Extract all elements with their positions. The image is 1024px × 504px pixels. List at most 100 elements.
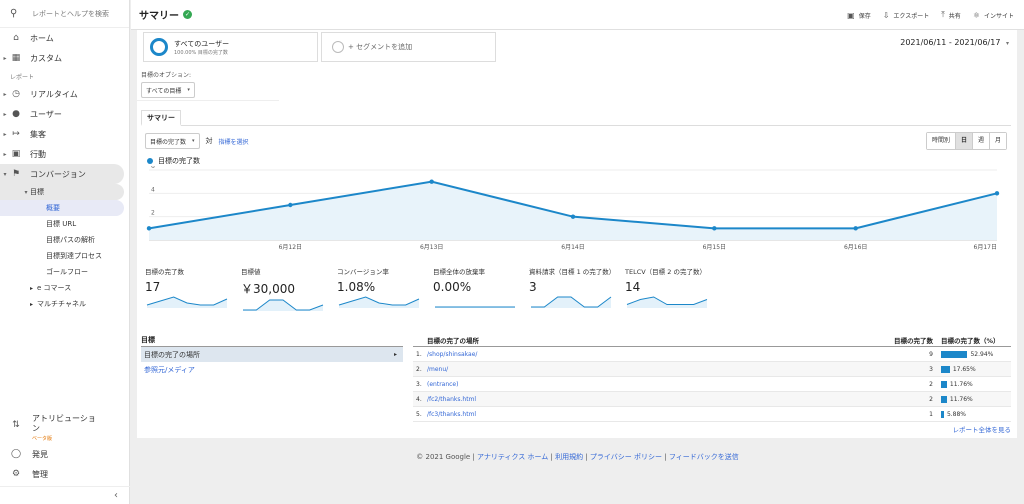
metric-row: 目標の完了数 ▾ 対 指標を選択 xyxy=(145,133,249,149)
goal-select[interactable]: すべての目標 ▾ xyxy=(141,82,195,98)
scorecard[interactable]: 目標値 ￥30,000 xyxy=(241,266,334,312)
granularity-hourly[interactable]: 時間別 xyxy=(926,133,955,149)
x-tick-label: 6月12日 xyxy=(279,244,302,251)
divider xyxy=(141,125,1011,126)
segment-row: すべてのユーザー 100.00% 目標の完了数 + セグメントを追加 xyxy=(143,32,499,62)
save-button[interactable]: ▣ 保存 xyxy=(847,11,871,20)
footer-link-analytics-home[interactable]: アナリティクス ホーム xyxy=(477,453,548,461)
sidebar-item-home[interactable]: ⌂ ホーム xyxy=(0,28,129,48)
sidebar-item-goals[interactable]: ▾ 目標 xyxy=(0,184,124,200)
row-number: 3. xyxy=(416,380,422,388)
row-path-link[interactable]: /fc2/thanks.html xyxy=(427,396,861,403)
sidebar-item-label: e コマース xyxy=(37,284,72,292)
share-button[interactable]: ⤒ 共有 xyxy=(941,10,961,20)
tab-summary[interactable]: サマリー xyxy=(141,110,181,126)
insights-button[interactable]: ⚛ インサイト xyxy=(973,11,1014,20)
goal-options-label: 目標のオプション: xyxy=(141,72,192,79)
goal-table-header: 目標 xyxy=(141,335,403,347)
segment-subtitle: 100.00% 目標の完了数 xyxy=(174,49,228,56)
row-percent-cell: 17.65% xyxy=(941,365,1011,373)
table-row: 3. (entrance) 2 11.76% xyxy=(413,377,1011,392)
search-bar[interactable]: ⚲ レポートとヘルプを検索 xyxy=(0,0,129,28)
chevron-down-icon: ▾ xyxy=(192,138,195,144)
sidebar-item-label: ユーザー xyxy=(30,109,62,119)
scorecard[interactable]: 資料請求（目標 1 の完了数） 3 xyxy=(529,266,622,312)
row-path-link[interactable]: /menu/ xyxy=(427,366,861,373)
sidebar-item-attribution[interactable]: ⇅ アトリビューション ベータ版 xyxy=(0,414,130,444)
sidebar-item-multichannel[interactable]: ▸ マルチチャネル xyxy=(0,296,129,312)
footer-link-feedback[interactable]: フィードバックを送信 xyxy=(669,453,739,461)
add-segment-button[interactable]: + セグメントを追加 xyxy=(321,32,496,62)
row-percent-cell: 52.94% xyxy=(941,350,1011,358)
sidebar-item-label: ホーム xyxy=(30,33,54,43)
footer-link-terms[interactable]: 利用規約 xyxy=(555,453,583,461)
scorecard[interactable]: TELCV（目標 2 の完了数） 14 xyxy=(625,266,718,312)
sidebar-item-ecommerce[interactable]: ▸ e コマース xyxy=(0,280,129,296)
dashboard-icon: ▦ xyxy=(11,53,21,63)
sidebar-item-conversions[interactable]: ▾ ⚑ コンバージョン xyxy=(0,164,124,184)
sidebar-item-discover[interactable]: ◯ 発見 xyxy=(0,449,130,460)
sidebar-item-realtime[interactable]: ▸ ◷ リアルタイム xyxy=(0,84,129,104)
row-path-link[interactable]: /shop/shinsakae/ xyxy=(427,351,861,358)
sidebar-item-label: 管理 xyxy=(32,470,48,479)
page-header: サマリー ✓ ▣ 保存 ⇩ エクスポート ⤒ 共有 ⚛ インサイト xyxy=(131,0,1024,30)
footer-link-privacy[interactable]: プライバシー ポリシー xyxy=(590,453,662,461)
granularity-week[interactable]: 週 xyxy=(971,133,989,149)
table-row: 4. /fc2/thanks.html 2 11.76% xyxy=(413,392,1011,407)
chart-legend: 目標の完了数 xyxy=(147,156,200,166)
sidebar-item-admin[interactable]: ⚙ 管理 xyxy=(0,469,130,480)
scorecard[interactable]: 目標全体の放棄率 0.00% xyxy=(433,266,526,312)
sidebar-goal-path[interactable]: 目標パスの解析 xyxy=(0,232,129,248)
view-full-report-link[interactable]: レポート全体を見る xyxy=(953,424,1012,434)
caret-right-icon: ▸ xyxy=(3,130,7,138)
goal-row-completion-location[interactable]: 目標の完了の場所 ▸ xyxy=(141,347,403,362)
x-tick-label: 6月17日 xyxy=(974,244,997,251)
scorecard[interactable]: 目標の完了数 17 xyxy=(145,266,238,312)
sidebar-item-label: アトリビューション xyxy=(32,414,96,433)
row-percent: 11.76% xyxy=(949,395,973,403)
search-input[interactable]: レポートとヘルプを検索 xyxy=(32,9,109,19)
data-point[interactable] xyxy=(146,226,152,231)
data-point[interactable] xyxy=(853,226,858,231)
data-point[interactable] xyxy=(994,191,1000,196)
goal-row-label: 目標の完了の場所 xyxy=(144,350,200,359)
data-point[interactable] xyxy=(288,202,293,208)
y-tick-label: 2 xyxy=(151,210,155,217)
sidebar-goal-overview[interactable]: 概要 xyxy=(0,200,124,216)
data-point[interactable] xyxy=(429,179,434,184)
sidebar-goal-flow[interactable]: ゴールフロー xyxy=(0,264,129,280)
row-count: 2 xyxy=(929,380,933,388)
scorecard-value: 0.00% xyxy=(433,280,472,294)
sidebar: ⚲ レポートとヘルプを検索 ⌂ ホーム ▸ ▦ カスタム レポート ▸ ◷ リア… xyxy=(0,0,130,504)
sidebar-goal-funnel[interactable]: 目標到達プロセス xyxy=(0,248,129,264)
granularity-day[interactable]: 日 xyxy=(954,133,972,149)
metric-select[interactable]: 目標の完了数 ▾ xyxy=(145,133,200,149)
sidebar-item-behavior[interactable]: ▸ ▣ 行動 xyxy=(0,144,129,164)
sidebar-item-custom[interactable]: ▸ ▦ カスタム xyxy=(0,48,129,68)
goal-row-source-medium[interactable]: 参照元/メディア xyxy=(141,362,403,377)
date-range-picker[interactable]: 2021/06/11 - 2021/06/17 ▾ xyxy=(900,38,1009,47)
data-point[interactable] xyxy=(712,226,717,231)
segment-all-users[interactable]: すべてのユーザー 100.00% 目標の完了数 xyxy=(143,32,318,62)
scorecard-title: TELCV（目標 2 の完了数） xyxy=(625,268,706,276)
export-button[interactable]: ⇩ エクスポート xyxy=(883,11,930,20)
percent-bar xyxy=(941,395,947,403)
chevron-down-icon: ▾ xyxy=(187,87,190,93)
sidebar-goal-url[interactable]: 目標 URL xyxy=(0,216,129,232)
data-point[interactable] xyxy=(570,214,576,219)
scorecard[interactable]: コンバージョン率 1.08% xyxy=(337,266,430,312)
granularity-month[interactable]: 月 xyxy=(988,133,1006,149)
percent-bar xyxy=(941,380,947,388)
sidebar-item-acquisition[interactable]: ▸ ↦ 集客 xyxy=(0,124,129,144)
sidebar-item-users[interactable]: ▸ ● ユーザー xyxy=(0,104,129,124)
sparkline xyxy=(435,306,515,308)
row-number: 1. xyxy=(416,350,422,358)
caret-right-icon: ▸ xyxy=(393,351,397,358)
behavior-icon: ▣ xyxy=(11,149,21,159)
row-path-link[interactable]: (entrance) xyxy=(427,381,861,388)
flag-icon: ⚑ xyxy=(11,169,21,179)
row-percent-cell: 11.76% xyxy=(941,380,1011,388)
select-metric-link[interactable]: 指標を選択 xyxy=(219,137,249,146)
collapse-sidebar-button[interactable]: ‹ xyxy=(0,486,130,504)
row-path-link[interactable]: /fc3/thanks.html xyxy=(427,411,861,418)
